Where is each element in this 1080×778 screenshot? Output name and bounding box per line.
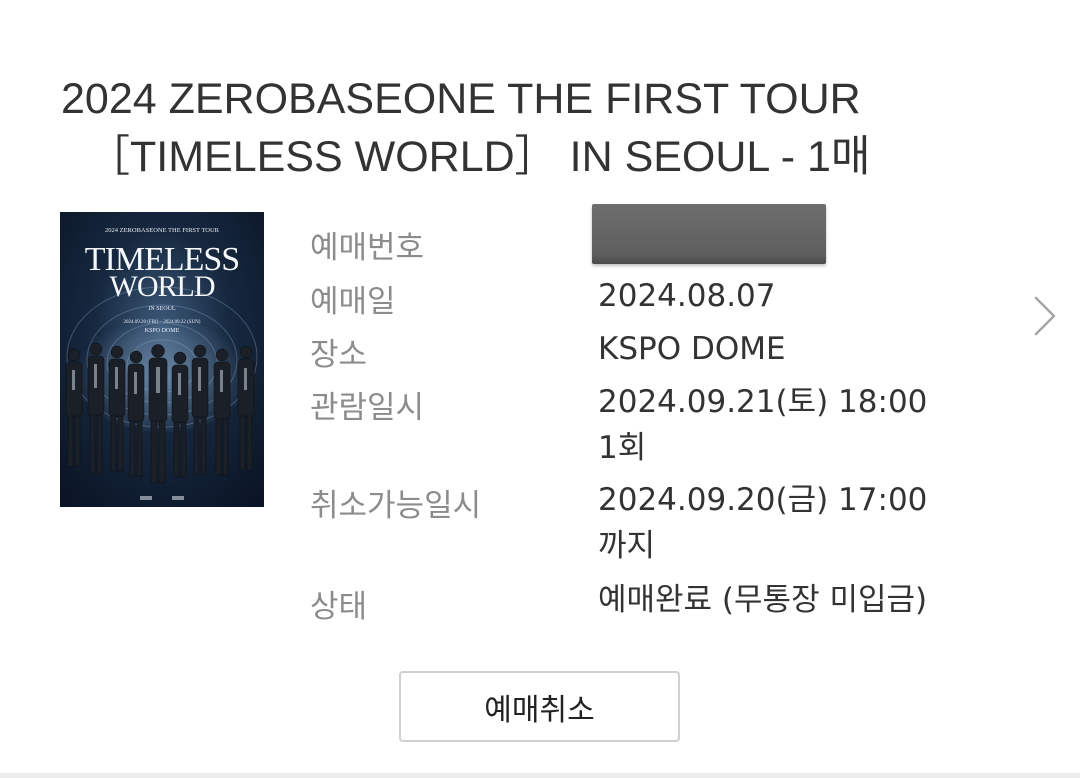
booking-date-value: 2024.08.07 (598, 278, 776, 314)
booking-number-label: 예매번호 (310, 230, 425, 266)
booking-date-label: 예매일 (310, 284, 396, 320)
poster-group-silhouettes (65, 342, 255, 484)
poster-title-2: WORLD (110, 270, 215, 303)
status-label: 상태 (310, 589, 368, 625)
venue-value: KSPO DOME (598, 331, 786, 367)
poster-top-text: 2024 ZEROBASEONE THE FIRST TOUR (105, 227, 220, 234)
bottom-divider (0, 773, 1080, 778)
showtime-value: 2024.09.21(토) 18:00 (598, 384, 928, 420)
cancel-deadline-value: 2024.09.20(금) 17:00 (598, 482, 928, 518)
booking-card: 2024 ZEROBASEONE THE FIRST TOUR ［TIMELES… (0, 0, 1080, 776)
cancel-deadline-label: 취소가능일시 (310, 488, 482, 524)
booking-details: 예매번호 예매일 2024.08.07 장소 KSPO DOME 관람일시 20… (310, 0, 1010, 650)
poster-city: IN SEOUL (148, 306, 175, 312)
concert-poster: 2024 ZEROBASEONE THE FIRST TOUR TIMELESS… (60, 212, 264, 507)
venue-label: 장소 (310, 337, 368, 373)
poster-dates: 2024.09.20 (FRI) – 2024.09.22 (SUN) (124, 320, 201, 325)
showtime-label: 관람일시 (310, 390, 425, 426)
chevron-right-icon[interactable] (1030, 294, 1060, 338)
showtime-round: 1회 (598, 430, 647, 466)
poster-venue: KSPO DOME (145, 328, 180, 334)
status-value: 예매완료 (무통장 미입금) (598, 582, 928, 618)
cancel-deadline-suffix: 까지 (598, 528, 656, 564)
cancel-booking-button[interactable]: 예매취소 (399, 671, 680, 742)
booking-number-redacted (592, 204, 826, 264)
